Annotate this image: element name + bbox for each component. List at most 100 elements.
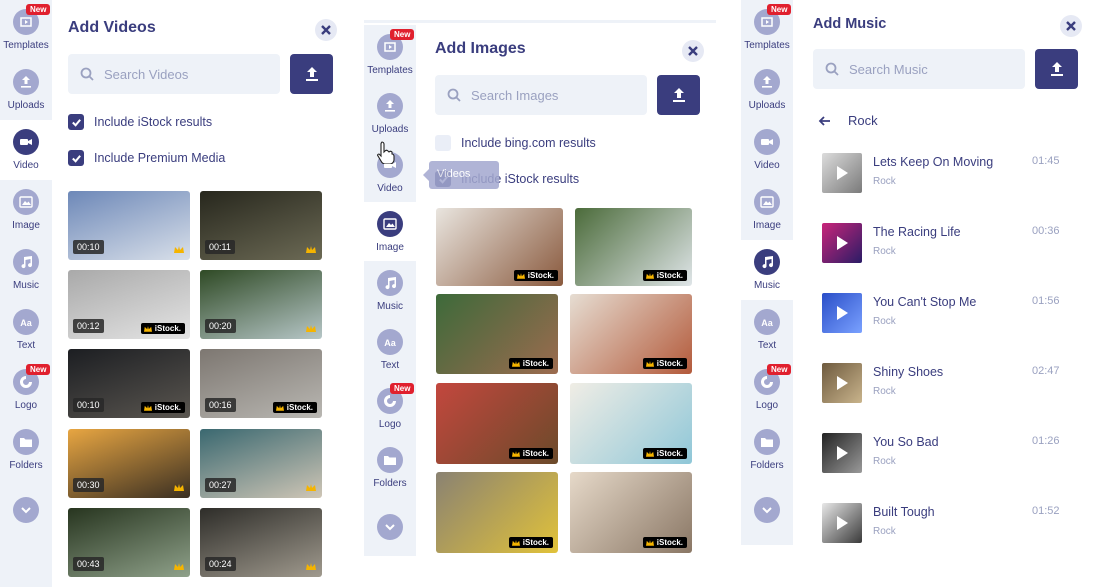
sidebar-item-label: Folders: [750, 460, 784, 471]
video-thumbnail[interactable]: 00:24: [200, 508, 322, 577]
close-icon[interactable]: [315, 19, 337, 41]
sidebar-item-more[interactable]: [0, 480, 52, 540]
close-icon[interactable]: [1060, 15, 1082, 37]
music-track-item[interactable]: Lets Keep On Moving Rock 01:45: [822, 153, 1082, 209]
panel1-sidebar: Templates New Uploads Video Image Music Aa Text…: [0, 0, 52, 587]
video-thumbnail[interactable]: 00:30: [68, 429, 190, 498]
sidebar-item-folders[interactable]: Folders: [741, 420, 793, 480]
search-images-input[interactable]: [471, 87, 621, 103]
sidebar-item-label: Templates: [744, 40, 790, 51]
image-thumbnail[interactable]: iStock.: [570, 472, 692, 553]
video-thumbnail[interactable]: 00:11: [200, 191, 322, 260]
checkbox-label: Include iStock results: [94, 115, 213, 129]
text-icon: Aa: [377, 328, 403, 355]
svg-text:Aa: Aa: [384, 338, 396, 348]
video-duration: 00:10: [73, 398, 104, 412]
track-cover[interactable]: [822, 293, 862, 333]
track-duration: 02:47: [1032, 365, 1060, 377]
play-icon: [837, 446, 848, 460]
sidebar-item-more[interactable]: [364, 497, 416, 556]
track-cover[interactable]: [822, 363, 862, 403]
video-thumbnail[interactable]: 00:10: [68, 191, 190, 260]
sidebar-item-image[interactable]: Image: [0, 180, 52, 240]
sidebar-item-image[interactable]: Image: [364, 202, 416, 261]
upload-button[interactable]: [657, 75, 700, 115]
sidebar-item-templates[interactable]: Templates New: [741, 0, 793, 60]
play-icon: [837, 166, 848, 180]
sidebar-item-folders[interactable]: Folders: [364, 438, 416, 497]
image-thumbnail[interactable]: iStock.: [570, 383, 692, 464]
track-cover[interactable]: [822, 433, 862, 473]
istock-badge: iStock.: [272, 402, 317, 413]
sidebar-item-folders[interactable]: Folders: [0, 420, 52, 480]
sidebar-item-label: Image: [753, 220, 781, 231]
new-badge: New: [767, 364, 792, 375]
image-thumbnail[interactable]: iStock.: [575, 208, 692, 286]
video-thumbnail[interactable]: 00:16 iStock.: [200, 349, 322, 418]
track-genre: Rock: [873, 456, 896, 467]
track-cover[interactable]: [822, 503, 862, 543]
video-thumbnail[interactable]: 00:20: [200, 270, 322, 339]
video-duration: 00:12: [73, 319, 104, 333]
sidebar-item-image[interactable]: Image: [741, 180, 793, 240]
folders-icon: [377, 446, 403, 473]
image-thumbnail[interactable]: iStock.: [436, 383, 558, 464]
sidebar-item-label: Folders: [9, 460, 43, 471]
close-icon[interactable]: [682, 40, 704, 62]
track-cover[interactable]: [822, 153, 862, 193]
video-thumbnail[interactable]: 00:12 iStock.: [68, 270, 190, 339]
sidebar-item-music[interactable]: Music: [364, 261, 416, 320]
sidebar-item-more[interactable]: [741, 480, 793, 540]
sidebar-item-label: Templates: [3, 40, 49, 51]
image-icon: [377, 210, 403, 237]
sidebar-item-logo[interactable]: Logo New: [0, 360, 52, 420]
video-tooltip: Videos: [423, 161, 499, 189]
sidebar-item-logo[interactable]: Logo New: [741, 360, 793, 420]
image-thumbnail[interactable]: iStock.: [570, 294, 692, 374]
music-track-item[interactable]: Shiny Shoes Rock 02:47: [822, 363, 1082, 419]
sidebar-item-logo[interactable]: Logo New: [364, 379, 416, 438]
arrow-left-icon: [818, 115, 830, 126]
video-thumbnail[interactable]: 00:27: [200, 429, 322, 498]
track-duration: 01:26: [1032, 435, 1060, 447]
sidebar-item-templates[interactable]: Templates New: [0, 0, 52, 60]
sidebar-item-music[interactable]: Music: [741, 240, 793, 300]
sidebar-item-music[interactable]: Music: [0, 240, 52, 300]
sidebar-item-text[interactable]: Aa Text: [364, 320, 416, 379]
include-checkbox[interactable]: Include Premium Media: [68, 150, 225, 166]
upload-button[interactable]: [290, 54, 333, 94]
track-genre: Rock: [873, 386, 896, 397]
image-thumbnail[interactable]: iStock.: [436, 208, 563, 286]
panel2-top-border: [364, 20, 716, 23]
upload-icon: [305, 67, 318, 81]
premium-crown-icon: [306, 563, 316, 570]
new-badge: New: [26, 364, 51, 375]
back-to-genres-button[interactable]: Rock: [818, 113, 878, 128]
video-thumbnail[interactable]: 00:10 iStock.: [68, 349, 190, 418]
premium-crown-icon: [306, 484, 316, 491]
sidebar-item-uploads[interactable]: Uploads: [364, 84, 416, 143]
sidebar-item-templates[interactable]: Templates New: [364, 25, 416, 84]
include-checkbox[interactable]: Include iStock results: [68, 114, 212, 130]
sidebar-item-video[interactable]: Video: [0, 120, 52, 180]
image-thumbnail[interactable]: iStock.: [436, 472, 558, 553]
music-track-item[interactable]: You So Bad Rock 01:26: [822, 433, 1082, 489]
image-thumbnail[interactable]: iStock.: [436, 294, 558, 374]
music-icon: [377, 269, 403, 296]
istock-badge: iStock.: [642, 358, 687, 369]
track-cover[interactable]: [822, 223, 862, 263]
music-track-item[interactable]: You Can't Stop Me Rock 01:56: [822, 293, 1082, 349]
music-icon: [13, 249, 39, 275]
music-track-item[interactable]: Built Tough Rock 01:52: [822, 503, 1082, 559]
sidebar-item-text[interactable]: Aa Text: [741, 300, 793, 360]
sidebar-item-uploads[interactable]: Uploads: [0, 60, 52, 120]
video-thumbnail[interactable]: 00:43: [68, 508, 190, 577]
search-music-input[interactable]: [849, 61, 999, 77]
sidebar-item-video[interactable]: Video: [741, 120, 793, 180]
search-videos-input[interactable]: [104, 66, 254, 82]
include-checkbox[interactable]: Include bing.com results: [435, 135, 596, 151]
upload-button[interactable]: [1035, 49, 1078, 89]
sidebar-item-text[interactable]: Aa Text: [0, 300, 52, 360]
music-track-item[interactable]: The Racing Life Rock 00:36: [822, 223, 1082, 279]
sidebar-item-uploads[interactable]: Uploads: [741, 60, 793, 120]
